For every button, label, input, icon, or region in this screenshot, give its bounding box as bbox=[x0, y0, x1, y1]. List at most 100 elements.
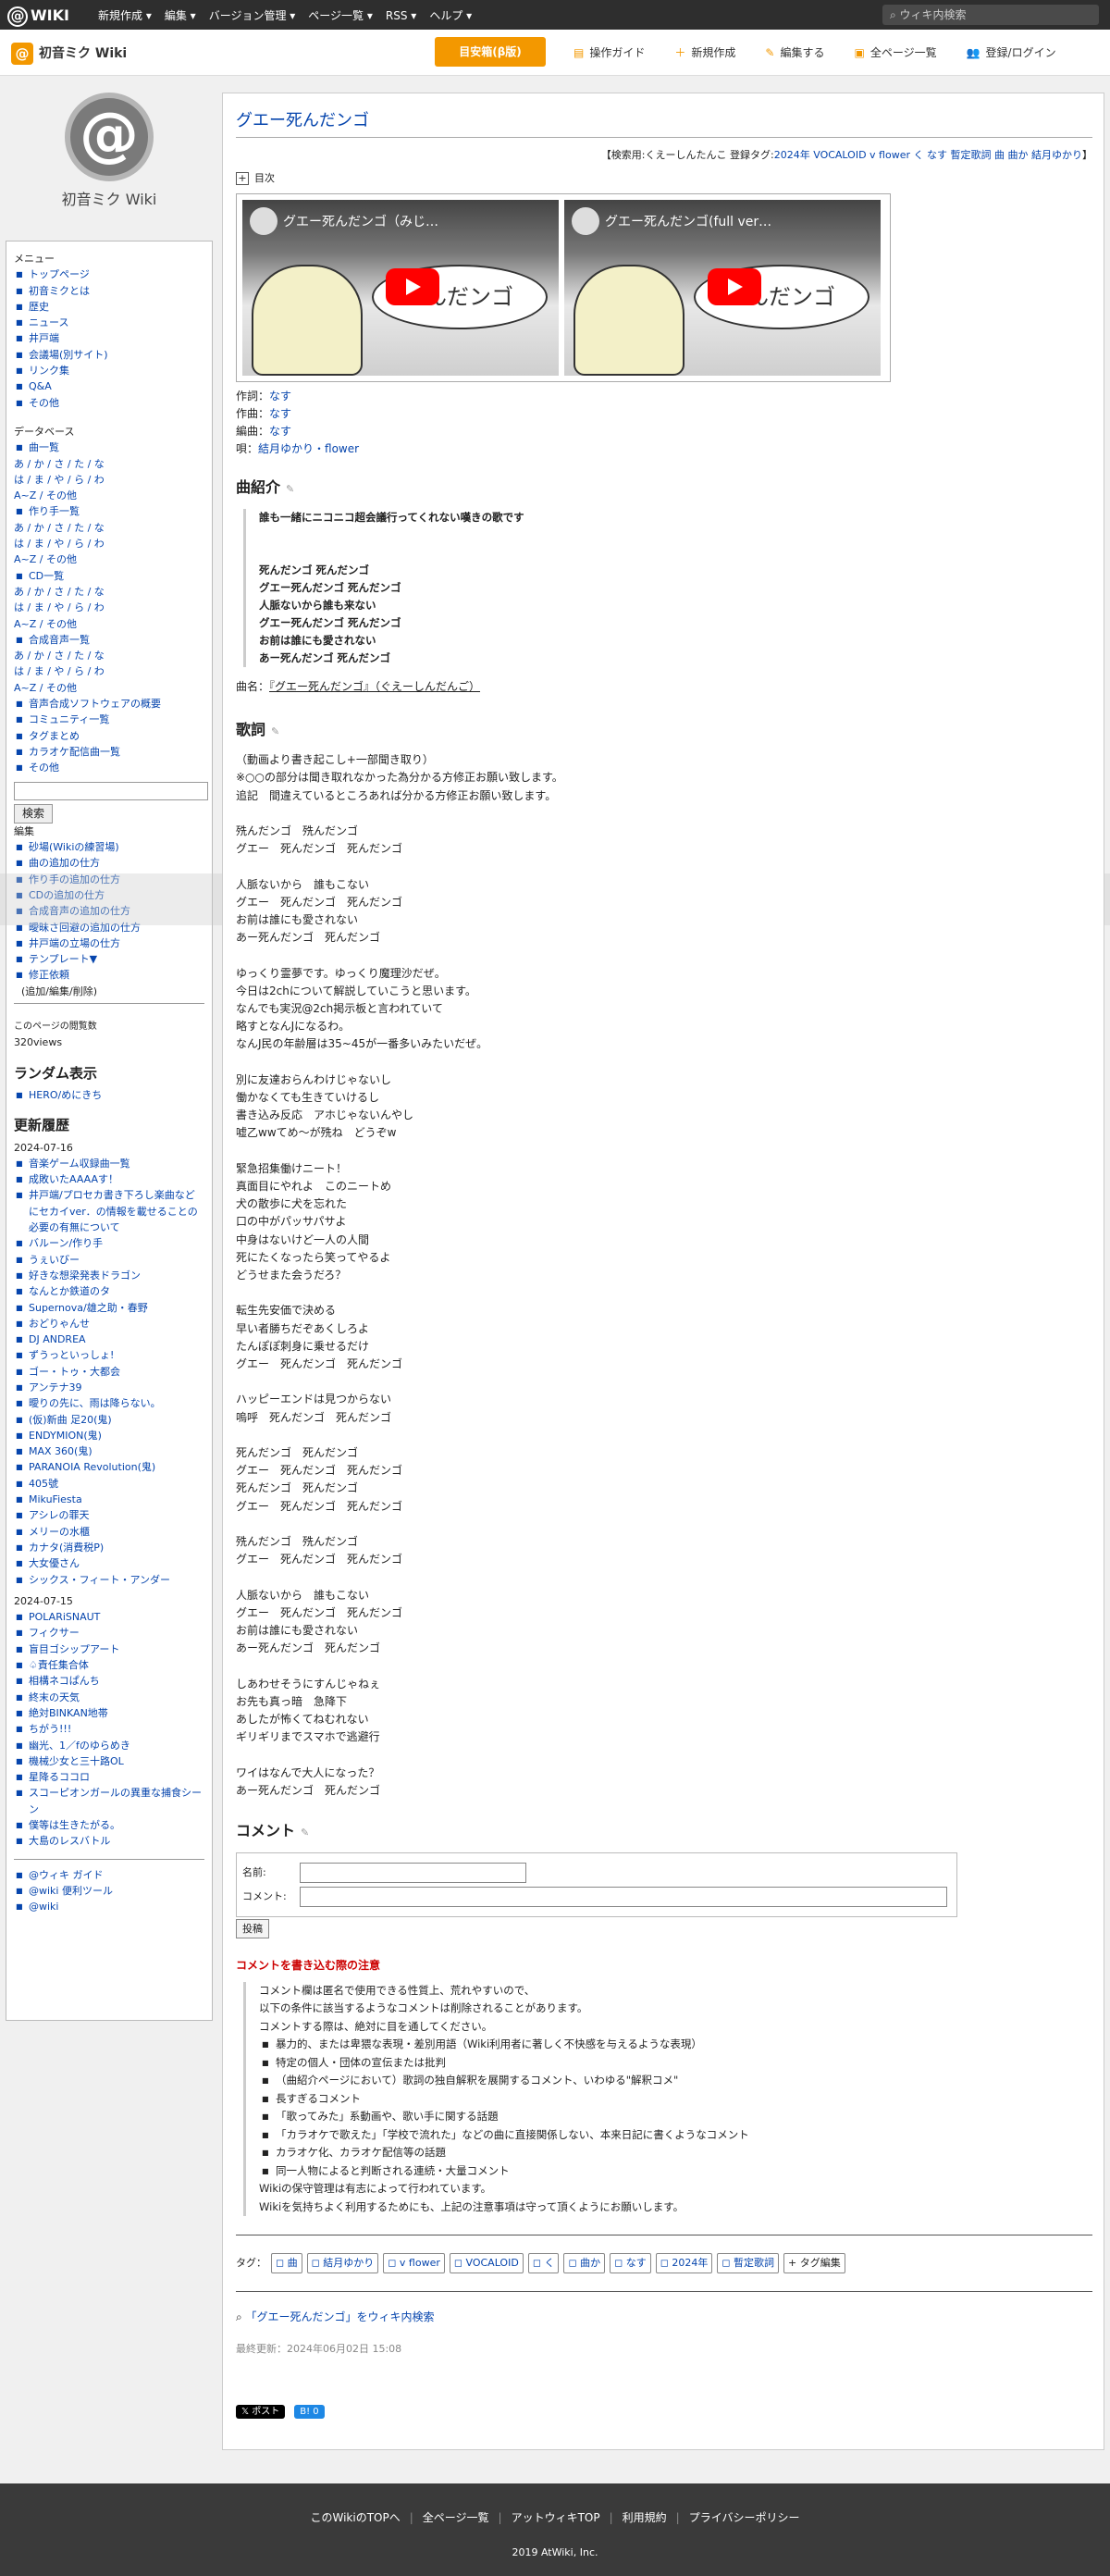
atwiki-link-link[interactable]: @ウィキ ガイド bbox=[29, 1869, 104, 1881]
sidebar-item[interactable]: 会議場(別サイト) bbox=[14, 347, 204, 364]
recent-item-link[interactable]: 曖りの先に、雨は降らない。 bbox=[29, 1397, 161, 1409]
recent-item-link[interactable]: MAX 360(鬼) bbox=[29, 1445, 92, 1457]
all-pages-link[interactable]: ▣ 全ページ一覧 bbox=[854, 44, 936, 62]
credit-value[interactable]: 結月ゆかり・flower bbox=[258, 442, 359, 455]
recent-item[interactable]: アンテナ39 bbox=[14, 1380, 204, 1396]
recent-item-link[interactable]: カナタ(消費税P) bbox=[29, 1542, 104, 1554]
tag-chip[interactable]: ◻ v flower bbox=[383, 2253, 445, 2273]
new-page-link[interactable]: ＋新規作成 bbox=[674, 44, 735, 62]
recent-item[interactable]: ちがう!!! bbox=[14, 1721, 204, 1738]
db-group-item[interactable]: 曲一覧 bbox=[14, 440, 204, 456]
footer-link[interactable]: 利用規約 bbox=[623, 2511, 667, 2524]
sidebar-item-link[interactable]: トップページ bbox=[29, 268, 90, 280]
tag-chip[interactable]: ◻ VOCALOID bbox=[449, 2253, 524, 2273]
recent-item-link[interactable]: ちがう!!! bbox=[29, 1723, 71, 1735]
sidebar-edit-item-link[interactable]: テンプレート▼ bbox=[29, 953, 97, 965]
recent-item[interactable]: 星降るココロ bbox=[14, 1769, 204, 1786]
recent-item-link[interactable]: 僕等は生きたがる。 bbox=[29, 1819, 120, 1831]
recent-item[interactable]: 盲目ゴシップアート bbox=[14, 1641, 204, 1658]
footer-link[interactable]: 全ページ一覧 bbox=[423, 2511, 489, 2524]
sidebar-item[interactable]: 初音ミクとは bbox=[14, 283, 204, 300]
x-post-button[interactable]: 𝕏 ポスト bbox=[236, 2404, 286, 2420]
tagline-tag[interactable]: 曲 bbox=[994, 149, 1005, 161]
sidebar-item-link[interactable]: 会議場(別サイト) bbox=[29, 349, 108, 361]
recent-item[interactable]: Supernova/雄之助・春野 bbox=[14, 1300, 204, 1317]
sidebar-edit-item-link[interactable]: 砂場(Wikiの練習場) bbox=[29, 841, 119, 853]
sidebar-item-link[interactable]: カラオケ配信曲一覧 bbox=[29, 746, 120, 758]
tag-chip[interactable]: ◻ く bbox=[527, 2253, 560, 2273]
db-index-row[interactable]: A~Z / その他 bbox=[14, 551, 204, 567]
recent-item-link[interactable]: 大島のレスバトル bbox=[29, 1835, 110, 1847]
recent-item-link[interactable]: ♤責任集合体 bbox=[29, 1659, 89, 1671]
recent-item[interactable]: 幽光、1／fのゆらめき bbox=[14, 1738, 204, 1754]
menu-rss[interactable]: RSS ▾ bbox=[386, 7, 416, 25]
sidebar-item[interactable]: 音声合成ソフトウェアの概要 bbox=[14, 696, 204, 712]
recent-item[interactable]: 大女優さん bbox=[14, 1555, 204, 1572]
tagline-tag[interactable]: く bbox=[914, 149, 924, 161]
sidebar-item-link[interactable]: 歴史 bbox=[29, 301, 49, 313]
recent-item-link[interactable]: (仮)新曲 足20(鬼) bbox=[29, 1414, 112, 1426]
db-index-row[interactable]: は / ま / や / ら / わ bbox=[14, 472, 204, 488]
recent-item[interactable]: アシレの罪天 bbox=[14, 1507, 204, 1524]
tagline-tag[interactable]: v flower bbox=[870, 149, 910, 161]
recent-item[interactable]: おどりゃんせ bbox=[14, 1316, 204, 1332]
atwiki-logo[interactable]: @ WIKI bbox=[7, 5, 69, 28]
tag-chip[interactable]: ◻ なす bbox=[610, 2253, 651, 2273]
recent-item-link[interactable]: 井戸端/プロセカ書き下ろし楽曲などにセカイver．の情報を載せることの必要の有無… bbox=[29, 1189, 198, 1233]
sidebar-item[interactable]: タグまとめ bbox=[14, 728, 204, 745]
wiki-search-link[interactable]: ⌕ 「グエー死んだンゴ」をウィキ内検索 bbox=[236, 2309, 1092, 2326]
recent-item[interactable]: フィクサー bbox=[14, 1625, 204, 1641]
recent-item-link[interactable]: MikuFiesta bbox=[29, 1493, 82, 1505]
recent-item[interactable]: 405號 bbox=[14, 1476, 204, 1492]
random-item-link[interactable]: HERO/めにきち bbox=[29, 1089, 102, 1101]
recent-item-link[interactable]: アシレの罪天 bbox=[29, 1509, 90, 1521]
recent-item[interactable]: POLARiSNAUT bbox=[14, 1609, 204, 1626]
edit-icon[interactable]: ✎ bbox=[301, 1827, 309, 1839]
footer-link[interactable]: このWikiのTOPへ bbox=[311, 2511, 401, 2524]
tagline-tag[interactable]: なす bbox=[927, 149, 947, 161]
recent-item[interactable]: カナタ(消費税P) bbox=[14, 1540, 204, 1556]
recent-item[interactable]: うぇいびー bbox=[14, 1252, 204, 1269]
recent-item-link[interactable]: スコーピオンガールの異重な捕食シーン bbox=[29, 1787, 202, 1814]
sidebar-edit-item[interactable]: 曲の追加の仕方 bbox=[14, 855, 204, 872]
credit-value[interactable]: なす bbox=[269, 407, 291, 420]
sidebar-edit-item-link[interactable]: 修正依頼 bbox=[29, 969, 69, 981]
db-group-item[interactable]: CD一覧 bbox=[14, 568, 204, 585]
menu-new[interactable]: 新規作成 ▾ bbox=[98, 7, 152, 25]
login-link[interactable]: 👥 登録/ログイン bbox=[967, 44, 1056, 62]
recent-item[interactable]: 井戸端/プロセカ書き下ろし楽曲などにセカイver．の情報を載せることの必要の有無… bbox=[14, 1187, 204, 1235]
recent-item[interactable]: ♤責任集合体 bbox=[14, 1657, 204, 1674]
recent-item-link[interactable]: ENDYMION(鬼) bbox=[29, 1430, 102, 1442]
recent-item-link[interactable]: バルーン/作り手 bbox=[29, 1237, 103, 1249]
sidebar-item[interactable]: その他 bbox=[14, 395, 204, 412]
recent-item-link[interactable]: シックス・フィート・アンダー bbox=[29, 1574, 170, 1586]
recent-item[interactable]: (仮)新曲 足20(鬼) bbox=[14, 1412, 204, 1429]
sidebar-item-link[interactable]: 井戸端 bbox=[29, 332, 59, 344]
tag-edit-button[interactable]: + タグ編集 bbox=[783, 2253, 845, 2273]
sidebar-item[interactable]: リンク集 bbox=[14, 363, 204, 379]
recent-item[interactable]: ゴー・トゥ・大都会 bbox=[14, 1364, 204, 1381]
recent-item[interactable]: 絶対BINKAN地帯 bbox=[14, 1705, 204, 1722]
site-title[interactable]: @ 初音ミク Wiki bbox=[11, 43, 127, 65]
recent-item-link[interactable]: メリーの水櫃 bbox=[29, 1526, 90, 1538]
recent-item[interactable]: スコーピオンガールの異重な捕食シーン bbox=[14, 1785, 204, 1817]
sidebar-item[interactable]: ニュース bbox=[14, 315, 204, 331]
recent-item-link[interactable]: 盲目ゴシップアート bbox=[29, 1643, 119, 1655]
recent-item-link[interactable]: 絶対BINKAN地帯 bbox=[29, 1707, 108, 1719]
recent-item[interactable]: 相構ネコぱんち bbox=[14, 1673, 204, 1690]
sidebar-item-link[interactable]: 音声合成ソフトウェアの概要 bbox=[29, 698, 161, 710]
tag-chip[interactable]: ◻ 結月ゆかり bbox=[306, 2253, 379, 2273]
sidebar-item-link[interactable]: 初音ミクとは bbox=[29, 285, 90, 297]
wiki-logo[interactable]: @ 初音ミク Wiki bbox=[6, 93, 213, 231]
recent-item[interactable]: MikuFiesta bbox=[14, 1492, 204, 1508]
edit-icon[interactable]: ✎ bbox=[271, 725, 279, 737]
db-index-row[interactable]: は / ま / や / ら / わ bbox=[14, 600, 204, 615]
menu-help[interactable]: ヘルプ ▾ bbox=[429, 7, 472, 25]
db-index-row[interactable]: あ / か / さ / た / な bbox=[14, 648, 204, 663]
recent-item-link[interactable]: 音楽ゲーム収録曲一覧 bbox=[29, 1158, 130, 1170]
sidebar-edit-item-link[interactable]: 井戸端の立場の仕方 bbox=[29, 937, 120, 949]
recent-item-link[interactable]: 相構ネコぱんち bbox=[29, 1675, 100, 1687]
db-index-row[interactable]: あ / か / さ / た / な bbox=[14, 520, 204, 536]
atwiki-link-link[interactable]: @wiki bbox=[29, 1901, 58, 1913]
menu-pages[interactable]: ページ一覧 ▾ bbox=[308, 7, 373, 25]
